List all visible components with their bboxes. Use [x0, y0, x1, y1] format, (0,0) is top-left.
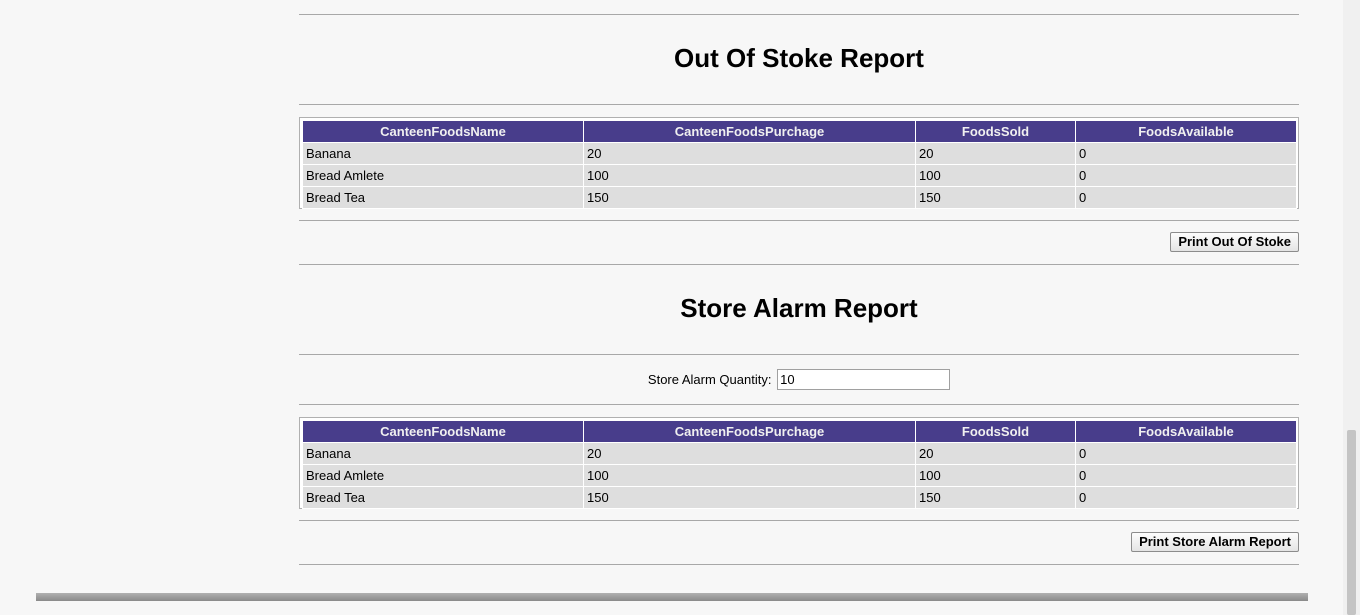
table-header-row: CanteenFoodsName CanteenFoodsPurchage Fo…: [302, 420, 1297, 443]
divider: [299, 404, 1299, 405]
out-of-stock-table: CanteenFoodsName CanteenFoodsPurchage Fo…: [302, 120, 1297, 209]
column-header: CanteenFoodsPurchage: [583, 420, 916, 443]
cell-available: 0: [1075, 486, 1297, 509]
divider: [299, 104, 1299, 105]
divider: [299, 14, 1299, 15]
out-of-stock-title: Out Of Stoke Report: [674, 43, 924, 73]
cell-sold: 20: [915, 442, 1076, 465]
cell-purchase: 100: [583, 464, 916, 487]
store-alarm-quantity-label: Store Alarm Quantity:: [647, 372, 772, 387]
table-row: Bread Amlete 100 100 0: [302, 164, 1297, 187]
cell-available: 0: [1075, 142, 1297, 165]
column-header: CanteenFoodsName: [302, 120, 584, 143]
column-header: CanteenFoodsName: [302, 420, 584, 443]
column-header: FoodsSold: [915, 420, 1076, 443]
divider: [299, 354, 1299, 355]
cell-food-name: Bread Amlete: [302, 464, 584, 487]
cell-food-name: Bread Tea: [302, 486, 584, 509]
divider: [299, 564, 1299, 565]
store-alarm-title: Store Alarm Report: [680, 293, 918, 323]
print-out-of-stock-button[interactable]: Print Out Of Stoke: [1170, 232, 1299, 252]
print-store-alarm-button[interactable]: Print Store Alarm Report: [1131, 532, 1299, 552]
cell-sold: 150: [915, 186, 1076, 209]
cell-food-name: Bread Amlete: [302, 164, 584, 187]
table-row: Bread Amlete 100 100 0: [302, 464, 1297, 487]
column-header: FoodsAvailable: [1075, 420, 1297, 443]
table-header-row: CanteenFoodsName CanteenFoodsPurchage Fo…: [302, 120, 1297, 143]
column-header: FoodsAvailable: [1075, 120, 1297, 143]
out-of-stock-table-container: CanteenFoodsName CanteenFoodsPurchage Fo…: [299, 117, 1299, 209]
store-alarm-table-container: CanteenFoodsName CanteenFoodsPurchage Fo…: [299, 417, 1299, 509]
cell-available: 0: [1075, 442, 1297, 465]
divider: [299, 520, 1299, 521]
scrollbar-thumb[interactable]: [1347, 430, 1356, 615]
cell-purchase: 150: [583, 486, 916, 509]
cell-purchase: 100: [583, 164, 916, 187]
cell-purchase: 20: [583, 442, 916, 465]
footer-bar: [36, 593, 1308, 601]
cell-available: 0: [1075, 164, 1297, 187]
store-alarm-table: CanteenFoodsName CanteenFoodsPurchage Fo…: [302, 420, 1297, 509]
divider: [299, 220, 1299, 221]
table-row: Bread Tea 150 150 0: [302, 486, 1297, 509]
cell-sold: 100: [915, 164, 1076, 187]
column-header: FoodsSold: [915, 120, 1076, 143]
cell-food-name: Banana: [302, 442, 584, 465]
table-row: Banana 20 20 0: [302, 142, 1297, 165]
cell-available: 0: [1075, 186, 1297, 209]
cell-food-name: Bread Tea: [302, 186, 584, 209]
cell-food-name: Banana: [302, 142, 584, 165]
cell-purchase: 20: [583, 142, 916, 165]
cell-sold: 150: [915, 486, 1076, 509]
store-alarm-quantity-input[interactable]: [777, 369, 951, 390]
cell-available: 0: [1075, 464, 1297, 487]
divider: [299, 264, 1299, 265]
cell-sold: 20: [915, 142, 1076, 165]
cell-sold: 100: [915, 464, 1076, 487]
table-row: Bread Tea 150 150 0: [302, 186, 1297, 209]
cell-purchase: 150: [583, 186, 916, 209]
column-header: CanteenFoodsPurchage: [583, 120, 916, 143]
table-row: Banana 20 20 0: [302, 442, 1297, 465]
store-alarm-quantity-row: Store Alarm Quantity:: [299, 369, 1299, 390]
